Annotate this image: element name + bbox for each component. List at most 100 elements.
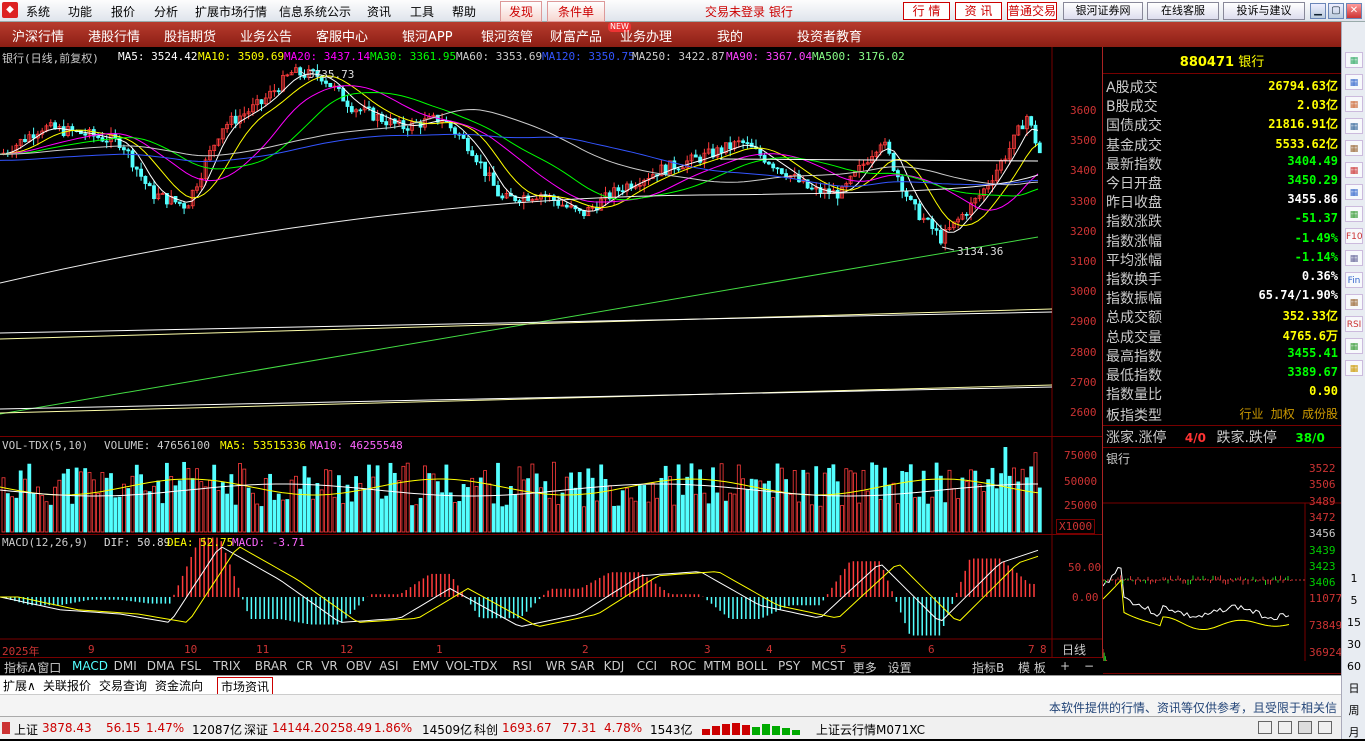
conditional-order-button[interactable]: 条件单 xyxy=(547,1,606,22)
f10-icon[interactable]: F10 xyxy=(1345,228,1363,244)
nav-asset[interactable]: 银河资管 xyxy=(481,26,533,45)
maximize-button[interactable]: ▢ xyxy=(1328,3,1344,19)
menu-info-disclosure[interactable]: 信息系统公示 xyxy=(279,3,351,20)
menu-function[interactable]: 功能 xyxy=(68,3,92,20)
menu-analysis[interactable]: 分析 xyxy=(154,3,178,20)
doc-icon[interactable]: ▦ xyxy=(1345,118,1363,134)
indicator-tab[interactable]: CCI xyxy=(637,659,657,673)
indicator-tab[interactable]: BOLL xyxy=(736,659,767,673)
period-button[interactable]: 1 xyxy=(1345,570,1363,586)
cube-icon[interactable]: ▦ xyxy=(1345,52,1363,68)
fin-icon[interactable]: Fin xyxy=(1345,272,1363,288)
rsi-icon[interactable]: RSI xyxy=(1345,316,1363,332)
nav-futures[interactable]: 股指期货 xyxy=(164,26,216,45)
settings-icon[interactable]: ▦ xyxy=(1345,294,1363,310)
trend-icon[interactable]: ▦ xyxy=(1345,162,1363,178)
period-button[interactable]: 15 xyxy=(1345,614,1363,630)
indicator-tab[interactable]: 窗口 xyxy=(37,659,61,676)
indicator-tab[interactable]: VR xyxy=(321,659,338,673)
pencil-icon[interactable]: ▦ xyxy=(1345,360,1363,376)
window-icon[interactable] xyxy=(1318,721,1332,734)
indicator-tab[interactable]: BRAR xyxy=(255,659,288,673)
menu-help[interactable]: 帮助 xyxy=(452,3,476,20)
window-icon[interactable] xyxy=(1298,721,1312,734)
indicator-tab[interactable]: MTM xyxy=(703,659,731,673)
nav-wealth[interactable]: 财富产品 xyxy=(550,26,602,45)
menu-quote[interactable]: 报价 xyxy=(111,3,135,20)
period-button[interactable]: 月 xyxy=(1345,724,1363,740)
extension-tab[interactable]: 关联报价 xyxy=(43,677,91,694)
indicator-tab[interactable]: 设置 xyxy=(888,659,912,676)
intraday-chart[interactable] xyxy=(1103,447,1341,661)
indicator-tab[interactable]: KDJ xyxy=(604,659,625,673)
indicator-tab[interactable]: MACD xyxy=(72,659,108,673)
window-icon[interactable] xyxy=(1258,721,1272,734)
indicator-tab[interactable]: SAR xyxy=(570,659,594,673)
indicator-tab[interactable]: 指标A xyxy=(4,659,36,676)
galaxy-website-button[interactable]: 银河证券网 xyxy=(1063,2,1143,20)
nav-education[interactable]: 投资者教育 xyxy=(797,26,862,45)
menu-extended-market[interactable]: 扩展市场行情 xyxy=(195,3,267,20)
chart-area[interactable]: 银行(日线,前复权) MA5: 3524.42 MA10: 3509.69 MA20… xyxy=(0,47,1102,658)
intraday-ytick: 3472 xyxy=(1309,510,1336,524)
template-tab[interactable]: 模 板 xyxy=(1018,659,1046,676)
indicator-tab[interactable]: TRIX xyxy=(213,659,240,673)
extension-tab[interactable]: 资金流向 xyxy=(155,677,203,694)
stat-label: B股成交 xyxy=(1106,99,1158,116)
nav-hk[interactable]: 港股行情 xyxy=(88,26,140,45)
period-button[interactable]: 周 xyxy=(1345,702,1363,718)
sh-name[interactable]: 上证 xyxy=(14,721,38,738)
indicator-tab[interactable]: WR xyxy=(546,659,566,673)
indicator-tab[interactable]: ASI xyxy=(379,659,398,673)
compare-icon[interactable]: ▦ xyxy=(1345,206,1363,222)
period-button[interactable]: 日 xyxy=(1345,680,1363,696)
kline-chart[interactable] xyxy=(0,47,1102,658)
indicator-tab[interactable]: CR xyxy=(296,659,313,673)
template-tab[interactable]: + xyxy=(1060,659,1070,673)
menu-news[interactable]: 资讯 xyxy=(367,3,391,20)
indicator-tab[interactable]: RSI xyxy=(512,659,532,673)
bar-icon[interactable]: ▦ xyxy=(1345,184,1363,200)
grid-icon[interactable]: ▦ xyxy=(1345,96,1363,112)
sz-name[interactable]: 深证 xyxy=(244,721,268,738)
quote-tab-button[interactable]: 行 情 xyxy=(903,2,950,20)
indicator-tab[interactable]: EMV xyxy=(412,659,438,673)
indicator-tab[interactable]: PSY xyxy=(778,659,800,673)
indicator-tab[interactable]: ROC xyxy=(670,659,696,673)
indicator-tab[interactable]: OBV xyxy=(346,659,372,673)
close-button[interactable]: ✕ xyxy=(1346,3,1362,19)
menu-tools[interactable]: 工具 xyxy=(410,3,434,20)
complaint-button[interactable]: 投诉与建议 xyxy=(1223,2,1305,20)
nav-notice[interactable]: 业务公告 xyxy=(240,26,292,45)
list-icon[interactable]: ▦ xyxy=(1345,74,1363,90)
normal-trade-button[interactable]: 普通交易 xyxy=(1007,2,1057,20)
indicator-tab[interactable]: MCST xyxy=(811,659,845,673)
extension-tab[interactable]: 扩展∧ xyxy=(3,677,36,694)
period-button[interactable]: 60 xyxy=(1345,658,1363,674)
chart-icon[interactable]: ▦ xyxy=(1345,140,1363,156)
indicator-tab[interactable]: DMI xyxy=(114,659,137,673)
period-button[interactable]: 30 xyxy=(1345,636,1363,652)
indicator-tab[interactable]: VOL-TDX xyxy=(446,659,498,673)
kc-name[interactable]: 科创 xyxy=(474,721,498,738)
window-icon[interactable] xyxy=(1278,721,1292,734)
indicator-tab[interactable]: 更多 xyxy=(853,659,877,676)
menu-system[interactable]: 系统 xyxy=(26,3,50,20)
template-tab[interactable]: − xyxy=(1084,659,1094,673)
nav-sh-sz[interactable]: 沪深行情 xyxy=(12,26,64,45)
indicator-tab[interactable]: FSL xyxy=(180,659,201,673)
indicator-tab[interactable]: DMA xyxy=(147,659,175,673)
template-tab[interactable]: 指标B xyxy=(972,659,1004,676)
nav-mine[interactable]: 我的 xyxy=(717,26,743,45)
extension-tab[interactable]: 交易查询 xyxy=(99,677,147,694)
draw-icon[interactable]: ▦ xyxy=(1345,338,1363,354)
minimize-button[interactable]: ▁ xyxy=(1310,3,1326,19)
nav-service[interactable]: 客服中心 xyxy=(316,26,368,45)
zoom-icon[interactable]: ▦ xyxy=(1345,250,1363,266)
nav-business[interactable]: 业务办理 xyxy=(620,26,672,45)
news-tab-button[interactable]: 资 讯 xyxy=(955,2,1002,20)
online-service-button[interactable]: 在线客服 xyxy=(1147,2,1219,20)
period-button[interactable]: 5 xyxy=(1345,592,1363,608)
discover-button[interactable]: 发现 xyxy=(500,1,543,22)
nav-app[interactable]: 银河APP xyxy=(402,26,453,45)
